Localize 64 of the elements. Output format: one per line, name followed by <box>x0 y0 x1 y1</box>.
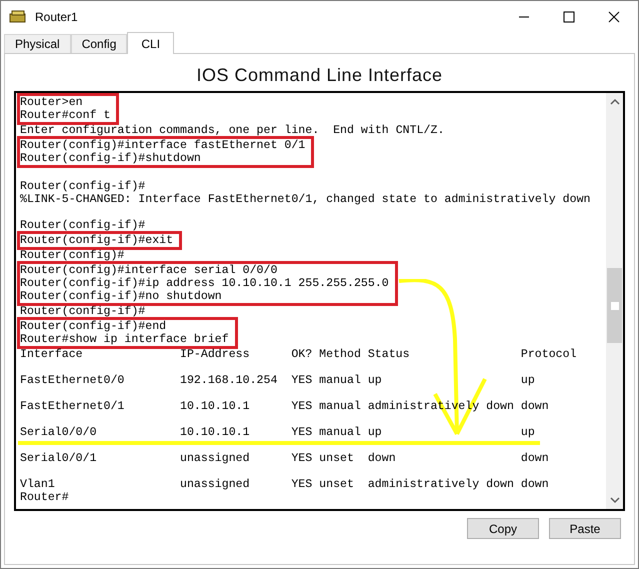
terminal-line: Router#conf t <box>20 109 110 122</box>
table-cell-text: FastEthernet0/0 <box>20 374 126 387</box>
terminal-line: Router(config-if)#ip address 10.10.10.1 255.255.255.0 <box>20 277 389 290</box>
action-button[interactable]: Paste <box>549 518 621 539</box>
tab[interactable]: Physical <box>4 34 71 53</box>
table-cell-text: down <box>368 452 397 465</box>
tab[interactable]: CLI <box>127 32 174 54</box>
table-cell-text: 10.10.10.1 <box>180 400 251 413</box>
table-cell-text: down <box>520 400 550 413</box>
table-cell-text: manual <box>319 400 362 413</box>
table-cell-text: unassigned <box>180 478 251 491</box>
table-cell-text: unset <box>319 452 355 465</box>
table-cell-text: Status <box>368 348 411 361</box>
table-cell-text: YES <box>291 426 314 439</box>
table-cell-text: Serial0/0/0 <box>20 426 98 439</box>
terminal-line: Router# <box>20 491 69 504</box>
terminal-line: Router#show ip interface brief <box>20 333 229 346</box>
table-cell-text: Interface <box>20 348 84 361</box>
table-cell-text: up <box>368 426 383 439</box>
table-cell-text: unassigned <box>180 452 251 465</box>
terminal-line: Router(config-if)#end <box>20 320 166 333</box>
table-cell-text: administratively down <box>368 478 515 491</box>
terminal-line: Router(config-if)# <box>20 305 146 318</box>
maximize-icon[interactable] <box>563 11 575 23</box>
table-cell-text: Protocol <box>520 348 578 361</box>
table-cell-text: manual <box>319 374 362 387</box>
terminal-line: Router(config-if)#shutdown <box>20 152 201 165</box>
table-cell-text: up <box>520 426 536 439</box>
terminal-line: Router(config-if)# <box>20 219 146 232</box>
terminal-line: Router(config-if)#no shutdown <box>20 290 222 303</box>
panel-heading: IOS Command Line Interface <box>195 64 444 87</box>
router-icon <box>9 9 27 25</box>
table-cell-text: IP-Address <box>180 348 251 361</box>
terminal-line: Router>en <box>20 96 83 109</box>
table-cell-text: YES <box>291 400 314 413</box>
window-title: Router1 <box>35 9 78 26</box>
scrollbar[interactable] <box>606 93 623 509</box>
terminal-line: Router(config)# <box>20 249 124 262</box>
table-cell-text: down <box>520 478 550 491</box>
table-cell-text: YES <box>291 478 314 491</box>
table-cell-text: YES <box>291 374 314 387</box>
terminal-line: Router(config)#interface serial 0/0/0 <box>20 264 278 277</box>
table-cell-text: down <box>520 452 550 465</box>
terminal-line: %LINK-5-CHANGED: Interface FastEthernet0/1, changed state to administratively down <box>20 193 591 206</box>
table-cell-text: Serial0/0/1 <box>20 452 98 465</box>
terminal-line: Enter configuration commands, one per line. End with CNTL/Z. <box>20 124 444 137</box>
table-cell-text: 192.168.10.254 <box>180 374 278 387</box>
action-button[interactable]: Copy <box>467 518 539 539</box>
table-cell-text: Vlan1 <box>20 478 56 491</box>
table-cell-text: Method <box>319 348 362 361</box>
table-cell-text: manual <box>319 426 362 439</box>
table-cell-text: OK? <box>291 348 314 361</box>
table-cell-text: FastEthernet0/1 <box>20 400 126 413</box>
scroll-thumb[interactable] <box>607 268 622 343</box>
table-cell-text: 10.10.10.1 <box>180 426 251 439</box>
table-cell-text: up <box>368 374 383 387</box>
table-cell-text: up <box>520 374 536 387</box>
terminal-line: Router(config-if)# <box>20 180 146 193</box>
terminal-line: Router(config)#interface fastEthernet 0/1 <box>20 139 306 152</box>
tab[interactable]: Config <box>70 34 128 53</box>
table-cell-text: YES <box>291 452 314 465</box>
table-cell-text: unset <box>319 478 355 491</box>
close-icon[interactable] <box>608 11 620 23</box>
terminal-line: Router(config-if)#exit <box>20 234 174 247</box>
